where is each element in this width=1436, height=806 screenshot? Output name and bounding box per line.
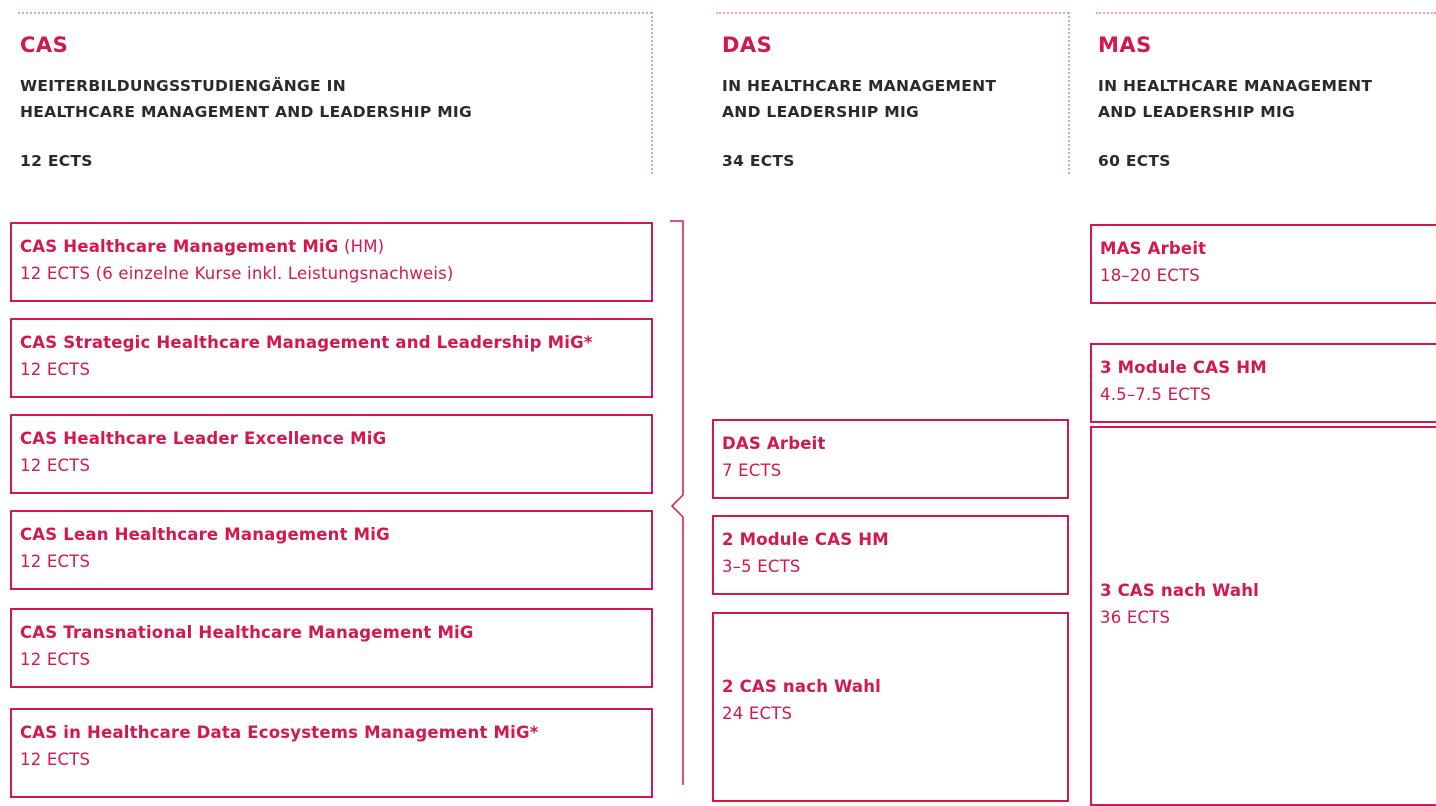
mas-column-subtitle: IN HEALTHCARE MANAGEMENT AND LEADERSHIP … xyxy=(1098,73,1372,125)
cas-box-ects: 12 ECTS xyxy=(20,456,91,475)
cas-box-ects: 12 ECTS xyxy=(20,552,91,571)
cas-column-subtitle: WEITERBILDUNGSSTUDIENGÄNGE IN HEALTHCARE… xyxy=(20,73,472,125)
cas-box-healthcare-management: CAS Healthcare Management MiG (HM) 12 EC… xyxy=(10,222,653,302)
das-box-title: DAS Arbeit xyxy=(722,434,826,453)
das-subtitle-line-1: IN HEALTHCARE MANAGEMENT xyxy=(722,77,997,95)
mas-box-ects: 18–20 ECTS xyxy=(1100,266,1200,285)
cas-box-title: CAS Lean Healthcare Management MiG xyxy=(20,525,390,544)
das-box-cas-nach-wahl: 2 CAS nach Wahl 24 ECTS xyxy=(712,612,1069,802)
cas-column-ects: 12 ECTS xyxy=(20,152,93,170)
cas-box-strategic-healthcare: CAS Strategic Healthcare Management and … xyxy=(10,318,653,398)
cas-subtitle-line-2: HEALTHCARE MANAGEMENT AND LEADERSHIP MIG xyxy=(20,103,473,121)
das-box-ects: 24 ECTS xyxy=(722,704,793,723)
cas-box-ects: 12 ECTS xyxy=(20,360,91,379)
das-subtitle-line-2: AND LEADERSHIP MIG xyxy=(722,103,920,121)
mas-box-title: 3 Module CAS HM xyxy=(1100,358,1267,377)
cas-to-das-bracket xyxy=(670,220,684,785)
das-box-module-cas-hm: 2 Module CAS HM 3–5 ECTS xyxy=(712,515,1069,595)
das-box-arbeit: DAS Arbeit 7 ECTS xyxy=(712,419,1069,499)
cas-box-transnational-healthcare: CAS Transnational Healthcare Management … xyxy=(10,608,653,688)
cas-column-title: CAS xyxy=(20,33,69,57)
das-box-ects: 7 ECTS xyxy=(722,461,782,480)
mas-box-title: 3 CAS nach Wahl xyxy=(1100,581,1260,600)
mas-box-ects: 36 ECTS xyxy=(1100,608,1171,627)
das-box-title: 2 Module CAS HM xyxy=(722,530,889,549)
cas-box-title: CAS Healthcare Management MiG (HM) xyxy=(20,237,385,256)
mas-header-top-rule xyxy=(1096,12,1436,14)
cas-header-top-rule xyxy=(18,12,652,14)
cas-header-right-rule xyxy=(651,12,653,174)
mas-box-ects: 4.5–7.5 ECTS xyxy=(1100,385,1211,404)
cas-box-ects: 12 ECTS xyxy=(20,750,91,769)
das-box-ects: 3–5 ECTS xyxy=(722,557,801,576)
cas-box-ects: 12 ECTS (6 einzelne Kurse inkl. Leistung… xyxy=(20,264,454,283)
mas-subtitle-line-2: AND LEADERSHIP MIG xyxy=(1098,103,1296,121)
das-column-ects: 34 ECTS xyxy=(722,152,795,170)
das-column-subtitle: IN HEALTHCARE MANAGEMENT AND LEADERSHIP … xyxy=(722,73,996,125)
cas-box-title: CAS Transnational Healthcare Management … xyxy=(20,623,474,642)
das-header-top-rule xyxy=(716,12,1069,14)
das-box-title: 2 CAS nach Wahl xyxy=(722,677,882,696)
cas-box-title-suffix: (HM) xyxy=(338,237,385,256)
mas-box-module-cas-hm: 3 Module CAS HM 4.5–7.5 ECTS xyxy=(1090,343,1436,423)
mas-column-title: MAS xyxy=(1098,33,1152,57)
cas-box-ects: 12 ECTS xyxy=(20,650,91,669)
cas-box-lean-healthcare: CAS Lean Healthcare Management MiG 12 EC… xyxy=(10,510,653,590)
das-header-right-rule xyxy=(1068,12,1070,174)
mas-box-arbeit: MAS Arbeit 18–20 ECTS xyxy=(1090,224,1436,304)
bracket-line xyxy=(670,220,684,785)
mas-subtitle-line-1: IN HEALTHCARE MANAGEMENT xyxy=(1098,77,1373,95)
mas-box-cas-nach-wahl: 3 CAS nach Wahl 36 ECTS xyxy=(1090,426,1436,806)
cas-box-title: CAS Strategic Healthcare Management and … xyxy=(20,333,593,352)
cas-box-title: CAS Healthcare Leader Excellence MiG xyxy=(20,429,387,448)
das-column-title: DAS xyxy=(722,33,773,57)
cas-subtitle-line-1: WEITERBILDUNGSSTUDIENGÄNGE IN xyxy=(20,77,346,95)
cas-box-leader-excellence: CAS Healthcare Leader Excellence MiG 12 … xyxy=(10,414,653,494)
cas-box-title: CAS in Healthcare Data Ecosystems Manage… xyxy=(20,723,539,742)
mas-box-title: MAS Arbeit xyxy=(1100,239,1207,258)
mas-column-ects: 60 ECTS xyxy=(1098,152,1171,170)
